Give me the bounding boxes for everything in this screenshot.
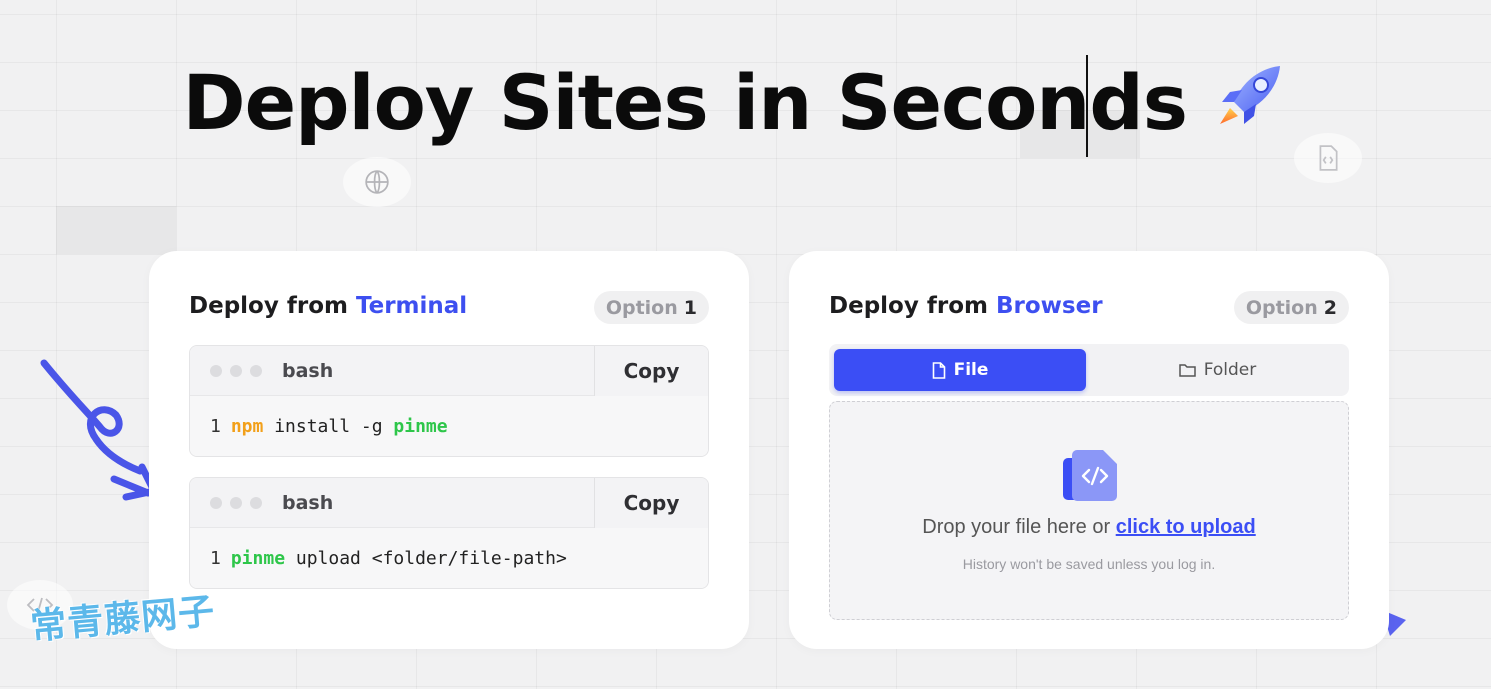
code-block-install: bash Copy 1 npm install -g pinme	[189, 345, 709, 457]
terminal-card-title: Deploy from Terminal	[189, 293, 467, 319]
code-block-upload: bash Copy 1 pinme upload <folder/file-pa…	[189, 477, 709, 589]
globe-icon	[365, 170, 389, 194]
dot-icon	[250, 496, 262, 509]
browser-card: Deploy from Browser Option 2 File Folder	[789, 251, 1389, 649]
browser-card-title: Deploy from Browser	[829, 293, 1103, 319]
code-language: bash	[282, 491, 334, 514]
code-header: bash Copy	[190, 478, 708, 528]
code-token: npm	[230, 415, 264, 437]
code-header: bash Copy	[190, 346, 708, 396]
title-accent: Browser	[995, 293, 1103, 319]
page: Deploy Sites in Seconds Deploy from Term…	[0, 0, 1491, 689]
copy-button[interactable]: Copy	[594, 346, 708, 396]
dropzone-text: Drop your file here or click to upload	[830, 516, 1348, 539]
text-caret	[1086, 55, 1088, 157]
dot-icon	[210, 496, 222, 509]
code-token: pinme	[230, 547, 286, 569]
code-line[interactable]: 1 npm install -g pinme	[190, 396, 708, 456]
code-file-icon	[1319, 145, 1338, 171]
option-badge: Option 1	[593, 291, 709, 324]
title-prefix: Deploy from	[189, 293, 348, 319]
line-number: 1	[210, 547, 221, 569]
dot-icon	[250, 364, 262, 377]
tab-folder[interactable]: Folder	[1091, 349, 1344, 391]
grid-highlight-cell	[56, 206, 176, 254]
window-dots	[210, 364, 262, 377]
dot-icon	[230, 496, 242, 509]
upload-mode-toggle: File Folder	[829, 344, 1349, 396]
option-label: Option	[1245, 296, 1318, 319]
window-dots	[210, 496, 262, 509]
title-prefix: Deploy from	[829, 293, 988, 319]
dot-icon	[210, 364, 222, 377]
code-token: upload <folder/file-path>	[285, 547, 567, 569]
file-dropzone[interactable]: Drop your file here or click to upload H…	[829, 401, 1349, 620]
globe-bubble	[343, 157, 411, 207]
dropzone-hint: History won't be saved unless you log in…	[962, 556, 1216, 572]
line-number: 1	[210, 415, 221, 437]
code-language: bash	[282, 359, 334, 382]
code-token: pinme	[393, 415, 448, 437]
code-file-bubble	[1294, 133, 1362, 183]
tab-file[interactable]: File	[834, 349, 1086, 391]
folder-icon	[1178, 364, 1196, 377]
option-number: 1	[683, 296, 697, 319]
option-label: Option	[605, 296, 678, 319]
terminal-card: Deploy from Terminal Option 1 bash Copy …	[149, 251, 749, 649]
rocket-icon	[1220, 66, 1280, 124]
code-line[interactable]: 1 pinme upload <folder/file-path>	[190, 528, 708, 588]
option-badge: Option 2	[1233, 291, 1349, 324]
copy-button[interactable]: Copy	[594, 478, 708, 528]
dot-icon	[230, 364, 242, 377]
tab-file-label: File	[953, 360, 989, 380]
click-to-upload-link[interactable]: click to upload	[1116, 516, 1256, 538]
title-accent: Terminal	[355, 293, 468, 319]
file-icon	[932, 361, 945, 379]
hero-title-text: Deploy Sites in Seconds	[182, 58, 1188, 147]
dropzone-instruction: Drop your file here or	[922, 516, 1111, 538]
upload-code-file-icon	[1063, 450, 1117, 501]
code-token: install -g	[263, 415, 394, 437]
option-number: 2	[1323, 296, 1337, 319]
tab-folder-label: Folder	[1203, 360, 1257, 380]
